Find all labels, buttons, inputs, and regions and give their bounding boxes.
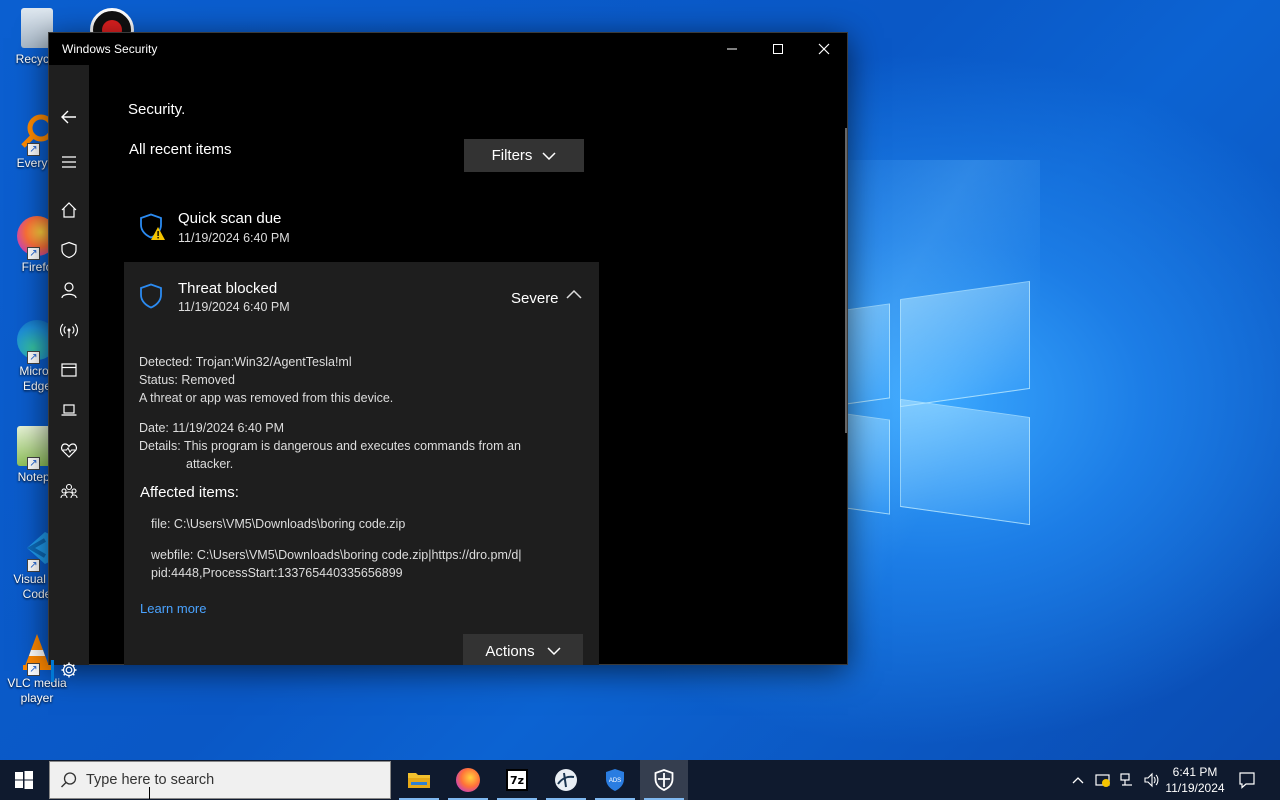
actions-button[interactable]: Actions xyxy=(463,634,583,665)
chevron-down-icon xyxy=(542,151,556,160)
taskbar-firefox[interactable] xyxy=(444,760,492,800)
7zip-icon: 7z xyxy=(506,769,528,791)
minimize-icon xyxy=(727,48,737,50)
firewall-network-icon[interactable] xyxy=(59,320,79,340)
windows-security-window: Windows Security Security. All recent it… xyxy=(48,32,848,682)
windows-security-icon xyxy=(654,769,674,791)
taskbar-search-box[interactable]: Type here to search xyxy=(49,761,391,799)
status-value: Removed xyxy=(181,373,235,387)
taskbar-7zip[interactable]: 7z xyxy=(493,760,541,800)
defender-shield-icon: ADS xyxy=(606,769,624,791)
tray-security-status[interactable] xyxy=(1092,760,1114,800)
date-value: 11/19/2024 6:40 PM xyxy=(172,421,285,435)
affected-webfile-line2: pid:4448,ProcessStart:133765440335656899 xyxy=(151,566,403,580)
show-hidden-icons-button[interactable] xyxy=(1068,760,1088,800)
chevron-up-icon[interactable] xyxy=(566,288,582,300)
clock-time: 6:41 PM xyxy=(1172,765,1218,779)
taskbar-defender[interactable]: ADS xyxy=(591,760,639,800)
start-button[interactable] xyxy=(0,760,48,800)
mouse-cursor-ibeam xyxy=(149,787,151,799)
minimize-button[interactable] xyxy=(709,33,755,65)
search-placeholder: Type here to search xyxy=(86,772,215,788)
details-value-line1: This program is dangerous and executes c… xyxy=(183,439,521,453)
taskbar: Type here to search 7z ADS 6:41 PM 11/19… xyxy=(0,760,1280,800)
windows-start-icon xyxy=(15,771,33,789)
item-title: Quick scan due xyxy=(178,210,282,227)
chevron-down-icon xyxy=(547,647,561,655)
shield-warning-icon xyxy=(140,213,165,240)
network-app-icon xyxy=(555,769,577,791)
history-item-quick-scan[interactable]: Quick scan due 11/19/2024 6:40 PM xyxy=(124,205,599,265)
settings-gear-icon[interactable] xyxy=(59,660,79,680)
sidebar-nav xyxy=(49,65,89,682)
firefox-icon xyxy=(456,768,480,792)
detail-date: Date: 11/19/2024 6:40 PM xyxy=(139,419,284,437)
close-icon xyxy=(818,43,830,55)
app-browser-control-icon[interactable] xyxy=(59,360,79,380)
home-icon[interactable] xyxy=(59,200,79,220)
search-icon xyxy=(61,772,77,788)
tray-network[interactable] xyxy=(1116,760,1138,800)
affected-webfile-line1: webfile: C:\Users\VM5\Downloads\boring c… xyxy=(151,548,522,562)
chevron-up-icon xyxy=(1072,777,1084,784)
detail-status: Status: Removed xyxy=(139,371,235,389)
detected-key: Detected: xyxy=(139,355,193,369)
detail-detected: Detected: Trojan:Win32/AgentTesla!ml xyxy=(139,353,352,371)
tray-volume[interactable] xyxy=(1140,760,1162,800)
details-value-line2: attacker. xyxy=(186,457,234,471)
hamburger-menu-icon[interactable] xyxy=(59,152,79,172)
taskbar-windows-security[interactable] xyxy=(640,760,688,800)
section-title: All recent items xyxy=(129,141,232,158)
device-health-heart-icon[interactable] xyxy=(59,440,79,460)
maximize-icon xyxy=(773,44,783,54)
actions-label: Actions xyxy=(485,642,535,660)
main-content: Security. All recent items Filters Quick… xyxy=(89,65,847,665)
title-bar[interactable]: Windows Security xyxy=(49,33,847,65)
network-icon xyxy=(1120,773,1132,786)
affected-items-title: Affected items: xyxy=(140,484,239,501)
date-key: Date: xyxy=(139,421,169,435)
maximize-button[interactable] xyxy=(755,33,801,65)
details-key: Details: xyxy=(139,439,181,453)
truncated-header-text: Security. xyxy=(128,101,186,118)
status-key: Status: xyxy=(139,373,178,387)
removed-message: A threat or app was removed from this de… xyxy=(139,391,394,405)
speaker-volume-icon xyxy=(1144,772,1159,788)
shield-icon[interactable] xyxy=(59,240,79,260)
threat-date: 11/19/2024 6:40 PM xyxy=(178,300,290,314)
device-security-laptop-icon[interactable] xyxy=(59,400,79,420)
shield-icon xyxy=(140,283,162,309)
taskbar-clock[interactable]: 6:41 PM 11/19/2024 xyxy=(1160,764,1230,796)
notification-icon xyxy=(1239,772,1255,789)
affected-file: file: C:\Users\VM5\Downloads\boring code… xyxy=(151,517,406,531)
clock-date: 11/19/2024 xyxy=(1165,781,1225,795)
security-alert-tray-icon xyxy=(1095,774,1110,787)
close-button[interactable] xyxy=(801,33,847,65)
filters-label: Filters xyxy=(491,147,533,164)
taskbar-file-explorer[interactable] xyxy=(395,760,443,800)
item-date: 11/19/2024 6:40 PM xyxy=(178,231,290,245)
learn-more-link[interactable]: Learn more xyxy=(140,601,206,616)
detected-value: Trojan:Win32/AgentTesla!ml xyxy=(195,355,352,369)
vertical-scrollbar[interactable] xyxy=(845,128,847,433)
family-options-icon[interactable] xyxy=(59,481,79,501)
account-person-icon[interactable] xyxy=(59,280,79,300)
file-explorer-icon xyxy=(408,773,430,788)
threat-title: Threat blocked xyxy=(178,280,278,297)
detail-details: Details: This program is dangerous and e… xyxy=(139,437,521,455)
window-title: Windows Security xyxy=(62,42,158,56)
svg-text:ADS: ADS xyxy=(609,778,621,784)
severity-label: Severe xyxy=(511,290,559,307)
threat-blocked-card: Threat blocked 11/19/2024 6:40 PM Severe… xyxy=(124,262,599,665)
action-center-button[interactable] xyxy=(1234,760,1260,800)
taskbar-network-app[interactable] xyxy=(542,760,590,800)
desktop-icon-label: VLC media player xyxy=(7,676,67,705)
back-arrow-icon[interactable] xyxy=(59,107,79,127)
filters-button[interactable]: Filters xyxy=(464,139,584,172)
selected-indicator xyxy=(51,660,54,682)
